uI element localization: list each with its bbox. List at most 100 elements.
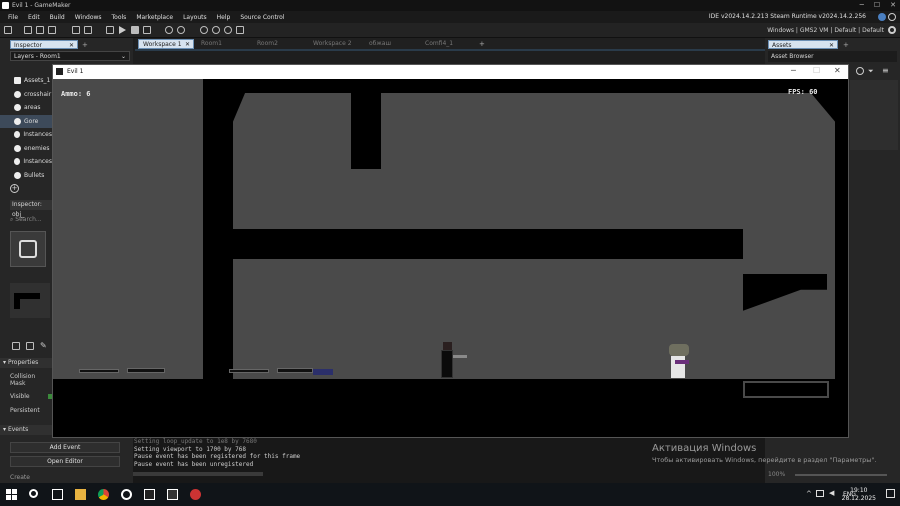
zoom-out-icon[interactable] [200, 26, 208, 34]
zoom-in-icon[interactable] [212, 26, 220, 34]
properties-header[interactable]: ▾ Properties [0, 358, 52, 368]
game-close-button[interactable]: ✕ [834, 66, 841, 75]
chrome-icon[interactable] [98, 489, 109, 500]
layer-item[interactable]: Instances [0, 128, 52, 142]
zoom-readout: 100% [768, 471, 786, 478]
layers-dropdown[interactable]: Layers - Room1 ⌄ [10, 51, 130, 61]
user-icon[interactable] [878, 13, 886, 21]
add-tab-icon[interactable]: + [82, 41, 88, 49]
game-maximize-button[interactable]: ☐ [813, 66, 820, 75]
menu-tools[interactable]: Tools [112, 14, 127, 21]
minimize-button[interactable]: ─ [860, 0, 864, 11]
new-icon[interactable] [24, 26, 32, 34]
layer-item[interactable]: enemies [0, 142, 52, 156]
menu-help[interactable]: Help [217, 14, 231, 21]
assets-tab[interactable]: Assets ✕ [768, 40, 838, 49]
inspector-tab[interactable]: Inspector ✕ [10, 40, 78, 49]
grid-icon[interactable] [236, 26, 244, 34]
export-icon[interactable] [72, 26, 80, 34]
layer-icon [14, 171, 21, 179]
menu-icon[interactable]: ≡ [882, 66, 889, 75]
network-icon[interactable] [816, 490, 824, 497]
output-scrollbar[interactable] [133, 472, 263, 476]
menu-build[interactable]: Build [50, 14, 65, 21]
blue-gun-pickup [313, 369, 333, 375]
layer-item[interactable]: Instances [0, 155, 52, 169]
visible-label: Visible [10, 393, 30, 400]
game-canvas[interactable]: Ammo: 6 FPS: 60 [53, 79, 848, 437]
tab-label: Workspace 1 [143, 41, 182, 48]
target-selector[interactable]: Windows | GMS2 VM | Default | Default [767, 27, 884, 34]
clean-icon[interactable] [143, 26, 151, 34]
watermark-title: Активация Windows [652, 443, 757, 454]
layer-icon [14, 158, 21, 166]
layer-item[interactable]: areas [0, 101, 52, 115]
tab-comfi[interactable]: Сomfi4_1 [421, 39, 475, 49]
open-icon[interactable] [36, 26, 44, 34]
package-icon[interactable] [84, 26, 92, 34]
sprite-preview[interactable] [10, 231, 46, 267]
gamemaker-icon[interactable] [144, 489, 155, 500]
add-tab-icon[interactable]: + [843, 41, 849, 49]
tab-room1[interactable]: Room1 [197, 39, 251, 49]
home-icon[interactable] [4, 26, 12, 34]
notification-icon[interactable] [886, 489, 895, 498]
add-event-button[interactable]: Add Event [10, 442, 120, 453]
file-explorer-icon[interactable] [75, 489, 86, 500]
filter-icon[interactable]: ⏷ [868, 67, 874, 76]
app-icon[interactable] [190, 489, 201, 500]
game-minimize-button[interactable]: ─ [791, 66, 796, 75]
settings-icon[interactable] [165, 26, 173, 34]
chevron-down-icon: ⌄ [120, 53, 126, 60]
crate-row [743, 381, 829, 398]
tab-label: обжаш [369, 40, 391, 47]
zoom-reset-icon[interactable] [224, 26, 232, 34]
maximize-button[interactable]: ☐ [874, 0, 880, 11]
menu-edit[interactable]: Edit [28, 14, 40, 21]
open-editor-button[interactable]: Open Editor [10, 456, 120, 467]
player-body [441, 350, 453, 378]
stop-icon[interactable] [131, 26, 139, 34]
layer-item[interactable]: Assets_1 [0, 74, 52, 88]
create-event-label[interactable]: Create [10, 474, 30, 481]
tab-workspace-2[interactable]: Workspace 2 [309, 39, 363, 49]
clock[interactable]: 19:10 28.12.2025 [842, 487, 876, 503]
help-icon[interactable] [177, 26, 185, 34]
close-button[interactable]: ✕ [890, 0, 896, 11]
layer-item[interactable]: Gore [0, 114, 52, 128]
menu-windows[interactable]: Windows [75, 14, 102, 21]
volume-icon[interactable]: ◀ [829, 489, 834, 497]
search-icon[interactable] [29, 489, 38, 498]
close-tab-icon[interactable]: ✕ [69, 41, 74, 50]
tray-chevron-icon[interactable]: ^ [806, 490, 812, 498]
pencil-icon[interactable]: ✎ [40, 341, 47, 350]
account-icon[interactable] [888, 13, 896, 21]
tab-room2[interactable]: Room2 [253, 39, 307, 49]
layer-item[interactable]: Bullets [0, 169, 52, 183]
obs-icon[interactable] [121, 489, 132, 500]
task-view-icon[interactable] [52, 489, 63, 500]
windows-start-icon[interactable] [6, 489, 17, 500]
search-input[interactable]: ⌕ Search... [10, 215, 52, 225]
close-tab-icon[interactable]: ✕ [829, 41, 834, 50]
debug-icon[interactable] [106, 26, 114, 34]
menu-file[interactable]: File [8, 14, 18, 21]
zoom-slider[interactable] [795, 474, 887, 476]
add-tab-icon[interactable]: + [479, 40, 485, 48]
layer-icon [14, 104, 21, 112]
edit-sprite-icon[interactable] [12, 342, 20, 350]
edit-collision-icon[interactable] [26, 342, 34, 350]
run-icon[interactable] [119, 26, 126, 34]
inspector-tab-label: Inspector [14, 42, 42, 49]
save-icon[interactable] [48, 26, 56, 34]
game-runner-icon[interactable] [167, 489, 178, 500]
menu-layouts[interactable]: Layouts [183, 14, 207, 21]
menu-source-control[interactable]: Source Control [240, 14, 284, 21]
menu-marketplace[interactable]: Marketplace [136, 14, 173, 21]
add-layer-icon[interactable]: + [10, 184, 19, 193]
layer-item[interactable]: crosshair [0, 88, 52, 102]
add-asset-icon[interactable] [856, 67, 864, 75]
target-gear-icon[interactable] [888, 26, 896, 34]
tab-obj[interactable]: обжаш [365, 39, 419, 49]
tab-workspace-1[interactable]: Workspace 1 ✕ [138, 39, 194, 49]
